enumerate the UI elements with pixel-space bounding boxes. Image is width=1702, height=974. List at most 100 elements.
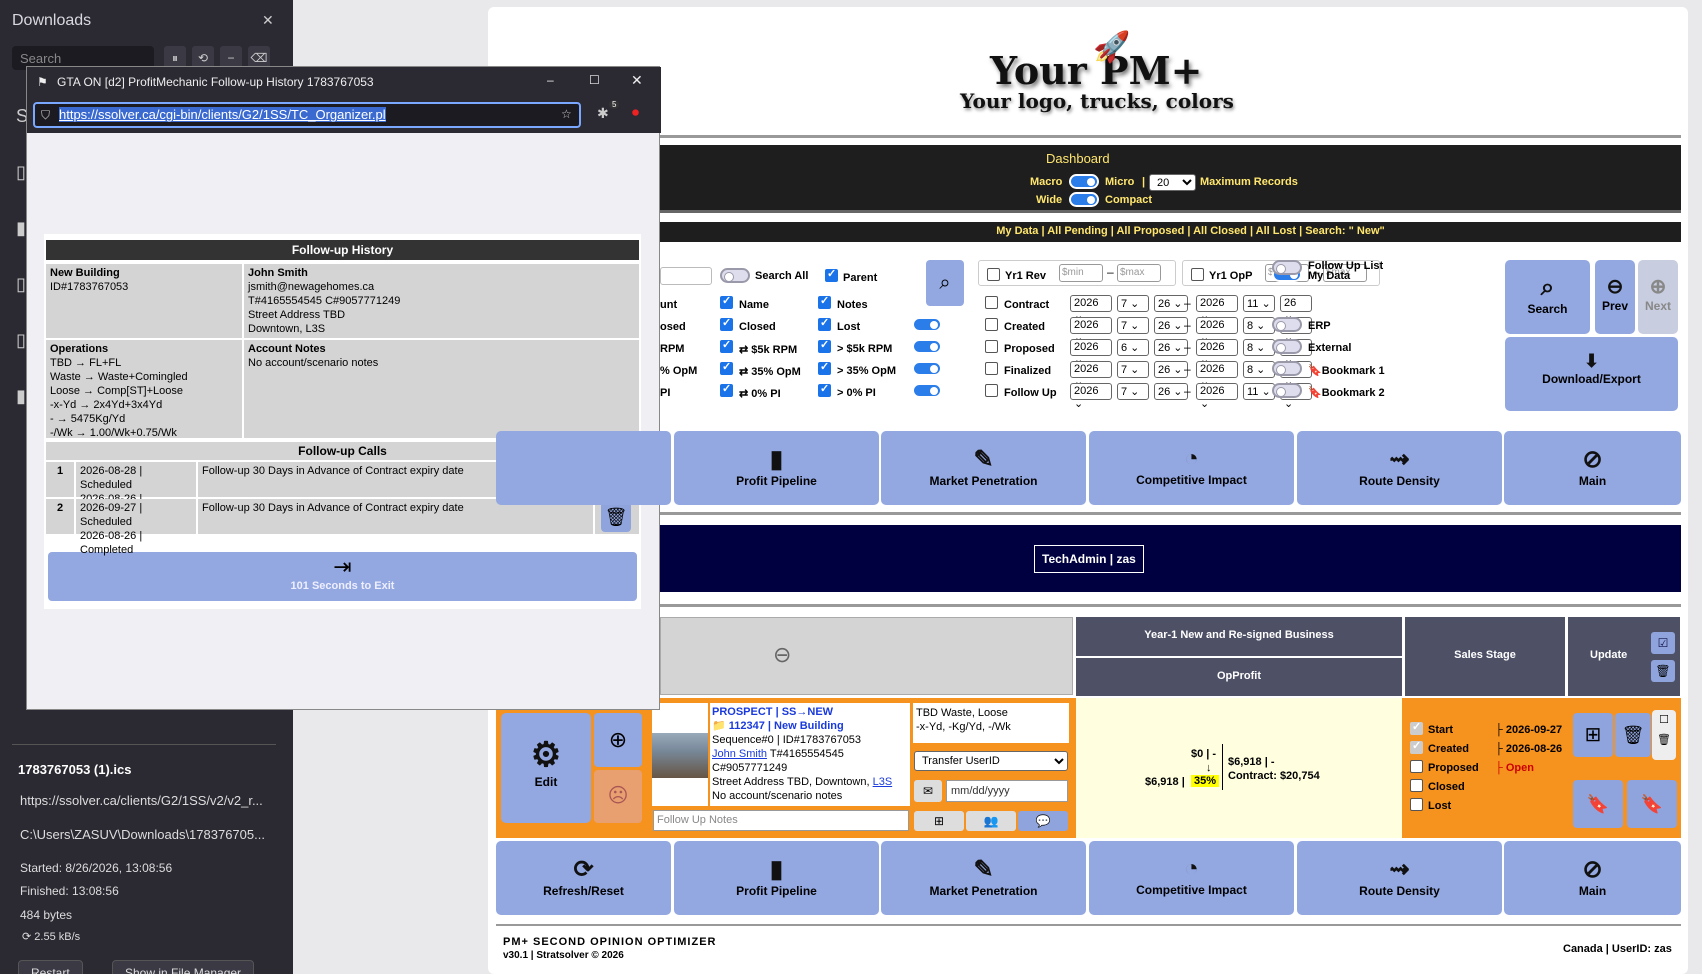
zoom-in-icon[interactable]: ⊕ <box>594 713 642 767</box>
filter-toggle[interactable] <box>912 339 942 354</box>
profit-pipeline-tile[interactable]: ▮ Profit Pipeline <box>674 431 879 505</box>
filter-toggle[interactable] <box>912 361 942 376</box>
show-in-file-manager-button[interactable]: Show in File Manager <box>112 960 255 974</box>
date-finalized-checkbox[interactable] <box>985 362 998 375</box>
minimize-icon[interactable]: – <box>547 73 554 87</box>
max-records-select[interactable]: 20 <box>1149 174 1196 191</box>
date-proposed-checkbox[interactable] <box>985 340 998 353</box>
date-select[interactable]: 2026 ⌄ <box>1196 295 1238 322</box>
route-density-tile[interactable]: ⇝ Route Density <box>1297 841 1502 915</box>
date-input[interactable]: mm/dd/yyyy <box>946 780 1068 802</box>
date-select[interactable]: 26 ⌄ <box>1154 317 1188 334</box>
select-delete-icon[interactable]: ☐ 🗑 <box>1652 710 1676 760</box>
exit-button[interactable]: ⇥ 101 Seconds to Exit <box>48 552 637 601</box>
date-follow-up-checkbox[interactable] <box>985 384 998 397</box>
date-select[interactable]: 8 ⌄ <box>1243 339 1275 356</box>
stage-checkbox[interactable] <box>1410 739 1423 754</box>
date-select[interactable]: 2026 ⌄ <box>1070 339 1112 366</box>
filter-col3-checkbox[interactable] <box>818 294 831 309</box>
filter-col3-checkbox[interactable] <box>818 316 831 331</box>
follow-up-notes-input[interactable]: Follow Up Notes <box>653 810 909 831</box>
right-toggle[interactable] <box>1272 383 1302 398</box>
date-select[interactable]: 2026 ⌄ <box>1196 339 1238 366</box>
filter-toggle[interactable] <box>912 383 942 398</box>
date-select[interactable]: 8 ⌄ <box>1243 317 1275 334</box>
popup-url[interactable]: https://ssolver.ca/cgi-bin/clients/G2/1S… <box>59 107 386 122</box>
download-export-button[interactable]: ⬇ Download/Export <box>1505 337 1678 411</box>
macro-micro-toggle[interactable] <box>1069 174 1099 189</box>
filter-col3-checkbox[interactable] <box>818 338 831 353</box>
building-link[interactable]: 112347 | New Building <box>729 720 844 732</box>
close-icon[interactable]: ✕ <box>262 12 274 29</box>
record-icon[interactable]: ⏺ <box>632 104 639 121</box>
download-filename[interactable]: 1783767053 (1).ics <box>18 762 131 777</box>
date-select[interactable]: 2026 ⌄ <box>1070 295 1112 322</box>
right-toggle[interactable] <box>1272 361 1302 376</box>
main-tile[interactable]: ⊘ Main <box>1504 431 1681 505</box>
date-select[interactable]: 26 ⌄ <box>1280 295 1312 322</box>
date-select[interactable]: 2026 ⌄ <box>1196 383 1238 410</box>
date-select[interactable]: 26 ⌄ <box>1154 383 1188 400</box>
close-icon[interactable]: ✕ <box>631 72 643 89</box>
search-button[interactable]: ⌕ Search <box>1505 260 1590 334</box>
add-icon[interactable]: ⊞ <box>914 811 964 831</box>
sad-face-icon[interactable]: ☹ <box>594 770 642 823</box>
date-select[interactable]: 6 ⌄ <box>1117 339 1149 356</box>
date-created-checkbox[interactable] <box>985 318 998 331</box>
bookmark2-icon[interactable]: 🔖 <box>1627 780 1677 828</box>
yr1-rev-checkbox[interactable] <box>987 268 1000 281</box>
filter-col2-checkbox[interactable] <box>720 382 733 397</box>
refresh-reset-tile[interactable]: ⟳ Refresh/Reset <box>496 841 671 915</box>
date-select[interactable]: 2026 ⌄ <box>1070 383 1112 410</box>
download-path[interactable]: C:\Users\ZASUV\Downloads\178376705... <box>20 827 265 842</box>
route-density-tile[interactable]: ⇝ Route Density <box>1297 431 1502 505</box>
date-select[interactable]: 2026 ⌄ <box>1196 317 1238 344</box>
date-select[interactable]: 2026 ⌄ <box>1196 361 1238 388</box>
add-record-icon[interactable]: ⊞ <box>1573 713 1613 757</box>
quick-links[interactable]: My Data | All Pending | All Proposed | A… <box>620 222 1681 242</box>
next-button[interactable]: ⊕ Next <box>1638 260 1678 334</box>
date-select[interactable]: 7 ⌄ <box>1117 383 1149 400</box>
profit-pipeline-tile[interactable]: ▮ Profit Pipeline <box>674 841 879 915</box>
trash-icon[interactable]: 🗑 <box>1615 713 1651 757</box>
hidden-tile[interactable] <box>496 431 671 505</box>
select-all-checkbox-icon[interactable]: ☑ <box>1651 632 1675 654</box>
date-select[interactable]: 7 ⌄ <box>1117 361 1149 378</box>
bookmark-icon[interactable]: 🔖 <box>1573 780 1623 828</box>
main-tile[interactable]: ⊘ Main <box>1504 841 1681 915</box>
market-penetration-tile[interactable]: ✎ Market Penetration <box>881 431 1086 505</box>
trash-icon[interactable]: 🗑 <box>601 502 631 532</box>
right-toggle[interactable] <box>1272 260 1302 275</box>
right-toggle[interactable] <box>1272 317 1302 332</box>
filter-col3-checkbox[interactable] <box>818 382 831 397</box>
transfer-userid-select[interactable]: Transfer UserID <box>914 751 1068 771</box>
date-select[interactable]: 26 ⌄ <box>1154 339 1188 356</box>
yr1-rev-min[interactable]: $min <box>1059 264 1103 282</box>
market-penetration-tile[interactable]: ✎ Market Penetration <box>881 841 1086 915</box>
date-contract-checkbox[interactable] <box>985 296 998 309</box>
date-select[interactable]: 8 ⌄ <box>1243 361 1275 378</box>
contact-link[interactable]: John Smith <box>712 748 767 760</box>
filter-col2-checkbox[interactable] <box>720 316 733 331</box>
filter-col2-checkbox[interactable] <box>720 338 733 353</box>
date-select[interactable]: 2026 ⌄ <box>1070 361 1112 388</box>
parent-checkbox[interactable] <box>825 267 838 282</box>
bookmark-icon[interactable]: ☆ <box>561 107 572 121</box>
competitive-impact-tile[interactable]: ◔ Competitive Impact <box>1089 431 1294 505</box>
prospect-link[interactable]: PROSPECT | SS→NEW <box>712 705 908 719</box>
stage-checkbox[interactable] <box>1410 779 1423 792</box>
filter-col2-checkbox[interactable] <box>720 360 733 375</box>
prev-button[interactable]: ⊖ Prev <box>1595 260 1635 334</box>
edit-button[interactable]: ⚙ Edit <box>501 713 591 823</box>
date-select[interactable]: 2026 ⌄ <box>1070 317 1112 344</box>
search-icon[interactable]: ⌕ <box>926 260 964 306</box>
search-all-toggle[interactable] <box>720 268 750 283</box>
yr1-opp-checkbox[interactable] <box>1191 268 1204 281</box>
filter-toggle[interactable] <box>912 317 942 332</box>
extensions-icon[interactable]: ✱ <box>597 105 609 122</box>
date-select[interactable]: 11 ⌄ <box>1243 383 1275 400</box>
stage-checkbox[interactable] <box>1410 720 1423 735</box>
wide-compact-toggle[interactable] <box>1069 192 1099 207</box>
chat-icon[interactable]: 💬 <box>1018 811 1068 831</box>
yr1-rev-max[interactable]: $max <box>1117 264 1161 282</box>
